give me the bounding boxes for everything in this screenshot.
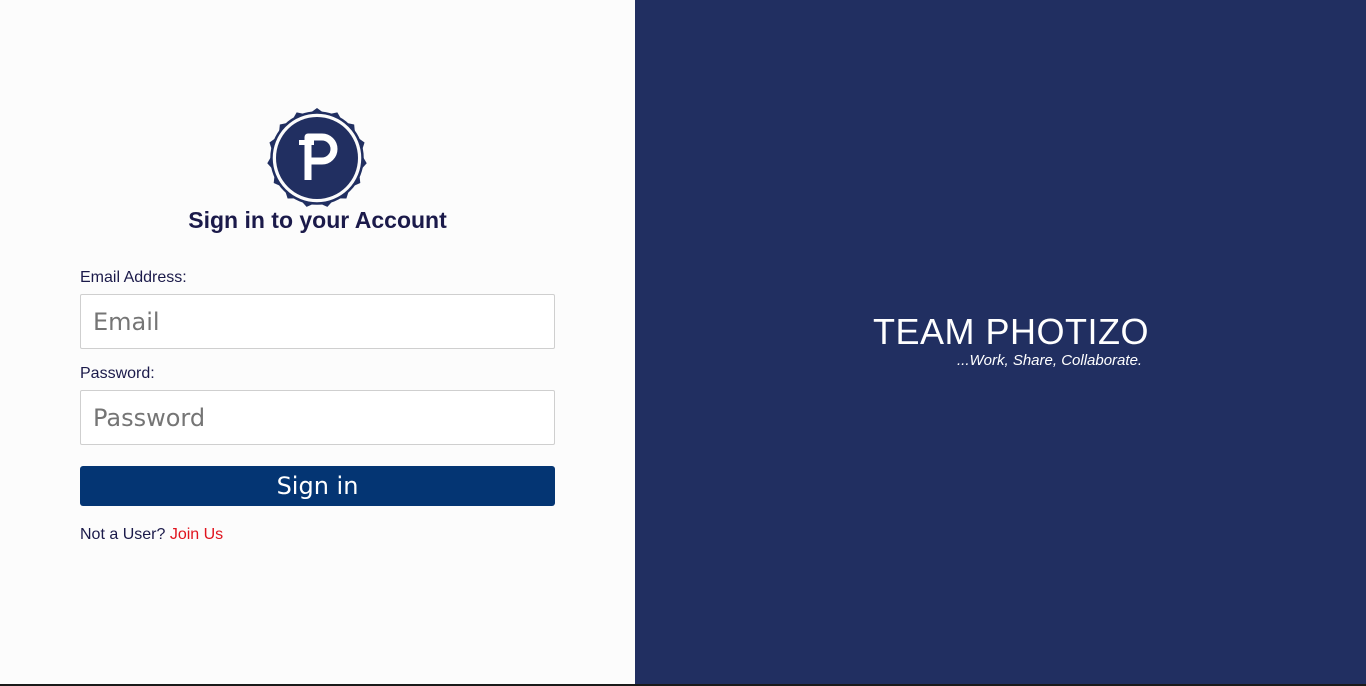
login-panel: Sign in to your Account Email Address: P… [0,0,635,684]
brand-tagline: ...Work, Share, Collaborate. [957,352,1143,369]
page-title: Sign in to your Account [188,207,447,233]
email-field[interactable] [80,294,555,349]
email-label: Email Address: [80,269,187,286]
signin-button[interactable]: Sign in [80,466,555,506]
password-field[interactable] [80,390,555,445]
brand-title: TEAM PHOTIZO [873,311,1149,352]
page: Sign in to your Account Email Address: P… [0,0,1366,686]
join-us-link[interactable]: Join Us [170,526,223,543]
not-user-text: Not a User? [80,526,170,543]
signup-prompt: Not a User? Join Us [80,526,223,544]
password-label: Password: [80,365,155,382]
brand-panel: TEAM PHOTIZO ...Work, Share, Collaborate… [635,0,1366,684]
photizo-logo-icon [267,108,367,207]
